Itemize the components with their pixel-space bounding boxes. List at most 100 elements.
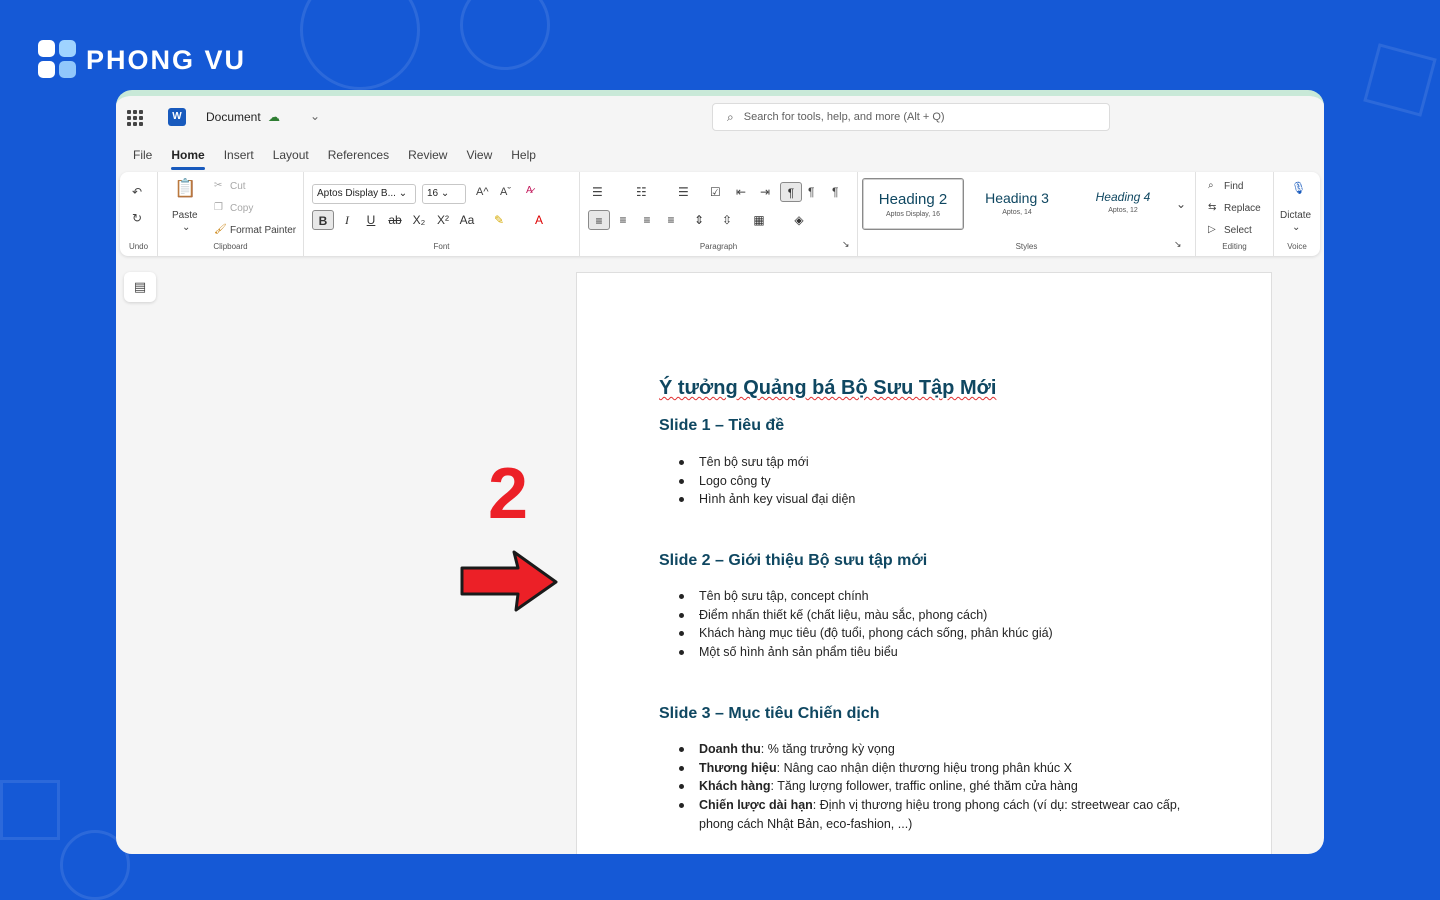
brand-mark-icon	[38, 40, 78, 80]
slide-2-heading: Slide 2 – Giới thiệu Bộ sưu tập mới	[659, 552, 928, 569]
highlight-icon[interactable]: ✎	[488, 210, 510, 230]
ltr-paragraph-icon[interactable]: ¶	[780, 182, 802, 202]
list-item: Khách hàng: Tăng lượng follower, traffic…	[679, 777, 1199, 796]
paragraph-spacing-icon[interactable]: ⇳	[716, 210, 738, 230]
redo-icon[interactable]: ↻	[132, 210, 142, 226]
style-heading-2[interactable]: Heading 2 Aptos Display, 16	[862, 178, 964, 230]
search-icon: ⌕	[727, 109, 734, 124]
app-launcher-icon[interactable]	[127, 110, 143, 126]
dictate-chevron-icon[interactable]: ⌄	[1292, 222, 1300, 233]
tab-home[interactable]: Home	[171, 148, 206, 170]
undo-group: ↶ ↻ Undo	[120, 172, 158, 256]
list-item: Khách hàng mục tiêu (độ tuổi, phong cách…	[679, 624, 1053, 643]
list-item-bold: Doanh thu	[699, 742, 761, 756]
paste-button[interactable]: Paste	[172, 210, 198, 221]
word-window: W Document ☁ ⌄ ⌕ Search for tools, help,…	[116, 90, 1324, 854]
search-box[interactable]: ⌕ Search for tools, help, and more (Alt …	[712, 103, 1110, 131]
subscript-button[interactable]: X₂	[408, 210, 430, 230]
document-title: Ý tưởng Quảng bá Bộ Sưu Tập Mới	[659, 377, 997, 399]
find-button[interactable]: Find	[1224, 181, 1243, 192]
paste-chevron-icon[interactable]: ⌄	[182, 222, 190, 233]
select-button[interactable]: Select	[1224, 225, 1252, 236]
voice-group: 🎙 Dictate ⌄ Voice	[1274, 172, 1320, 256]
undo-icon[interactable]: ↶	[132, 184, 142, 200]
tab-layout[interactable]: Layout	[273, 148, 309, 164]
list-item-text: Hình ảnh key visual đại diện	[699, 492, 856, 507]
underline-button[interactable]: U	[360, 210, 382, 230]
list-item-bold: Thương hiệu	[699, 760, 777, 775]
list-item-text: Tên bộ sưu tập, concept chính	[699, 589, 869, 603]
bold-button[interactable]: B	[312, 210, 334, 230]
style-heading-3[interactable]: Heading 3 Aptos, 14	[966, 178, 1068, 230]
tab-view[interactable]: View	[466, 148, 492, 164]
font-group: Aptos Display B... ⌄ 16 ⌄ A^ Aˇ A̷ B I U…	[304, 172, 580, 256]
align-left-icon[interactable]: ≡	[588, 210, 610, 230]
checklist-icon[interactable]: ☑	[710, 184, 721, 200]
increase-indent-icon[interactable]: ⇥	[760, 184, 770, 200]
tab-references[interactable]: References	[328, 148, 389, 164]
shrink-font-button[interactable]: Aˇ	[500, 186, 511, 198]
document-name[interactable]: Document	[206, 110, 261, 124]
dictate-button[interactable]: Dictate	[1280, 210, 1311, 221]
format-painter-icon: 🖌	[214, 224, 227, 235]
borders-icon[interactable]: ▦	[748, 210, 770, 230]
ribbon: ↶ ↻ Undo 📋 Paste ⌄ ✂ Cut ❐ Copy 🖌 Format…	[120, 172, 1320, 256]
styles-group: Heading 2 Aptos Display, 16 Heading 3 Ap…	[858, 172, 1196, 256]
font-family-select[interactable]: Aptos Display B... ⌄	[312, 184, 416, 204]
align-right-icon[interactable]: ≡	[636, 210, 658, 230]
multilevel-list-icon[interactable]: ☰	[678, 184, 689, 200]
navigation-pane-icon[interactable]: ▤	[124, 272, 156, 302]
paste-icon[interactable]: 📋	[174, 179, 196, 197]
editing-group: ⌕ Find ⇆ Replace ▷ Select Editing	[1196, 172, 1274, 256]
tab-review[interactable]: Review	[408, 148, 447, 164]
decrease-indent-icon[interactable]: ⇤	[736, 184, 746, 200]
bullets-icon[interactable]: ☰	[592, 184, 603, 200]
font-label: Font	[433, 242, 450, 251]
clipboard-group: 📋 Paste ⌄ ✂ Cut ❐ Copy 🖌 Format Painter …	[158, 172, 304, 256]
slide-1-list: Tên bộ sưu tập mới Logo công ty Hình ảnh…	[678, 453, 856, 509]
styles-more-icon[interactable]: ⌄	[1176, 196, 1186, 212]
numbering-icon[interactable]: ☷	[636, 184, 647, 200]
font-size-select[interactable]: 16 ⌄	[422, 184, 466, 204]
list-item-text: Một số hình ảnh sản phẩm tiêu biểu	[699, 645, 898, 660]
clear-formatting-icon[interactable]: A̷	[526, 185, 533, 196]
style-name: Heading 4	[1095, 190, 1151, 204]
rtl-paragraph-icon[interactable]: ¶	[808, 184, 814, 200]
italic-button[interactable]: I	[336, 210, 358, 230]
superscript-button[interactable]: X²	[432, 210, 454, 230]
tab-help[interactable]: Help	[511, 148, 536, 164]
shading-icon[interactable]: ◈	[788, 210, 810, 230]
copy-button[interactable]: Copy	[230, 203, 253, 214]
voice-label: Voice	[1287, 242, 1307, 251]
strikethrough-button[interactable]: ab	[384, 210, 406, 230]
editing-label: Editing	[1222, 242, 1247, 251]
style-font: Aptos Display, 16	[886, 211, 940, 218]
list-item: Tên bộ sưu tập mới	[678, 453, 855, 472]
chevron-down-icon[interactable]: ⌄	[310, 109, 320, 123]
cut-button[interactable]: Cut	[230, 181, 246, 192]
arrow-shape	[460, 550, 558, 612]
replace-button[interactable]: Replace	[1224, 203, 1261, 214]
justify-icon[interactable]: ≡	[660, 210, 682, 230]
slide-3-list: Doanh thu: % tăng trưởng kỳ vọng Thương …	[679, 740, 1199, 834]
styles-label: Styles	[1015, 242, 1038, 251]
document-page[interactable]: Ý tưởng Quảng bá Bộ Sưu Tập Mới Slide 1 …	[576, 272, 1272, 854]
style-heading-4[interactable]: Heading 4 Aptos, 12	[1072, 178, 1174, 230]
change-case-button[interactable]: Aa	[456, 210, 478, 230]
search-placeholder: Search for tools, help, and more (Alt + …	[743, 111, 945, 123]
list-item: Chiến lược dài hạn: Định vị thương hiệu …	[679, 796, 1199, 833]
line-spacing-icon[interactable]: ⇕	[688, 210, 710, 230]
align-center-icon[interactable]: ≡	[612, 210, 634, 230]
grow-font-button[interactable]: A^	[476, 186, 489, 198]
show-marks-icon[interactable]: ¶	[832, 184, 838, 200]
font-color-icon[interactable]: A	[528, 210, 550, 230]
tab-insert[interactable]: Insert	[224, 148, 254, 164]
tab-file[interactable]: File	[133, 148, 152, 164]
format-painter-button[interactable]: Format Painter	[230, 225, 296, 236]
microphone-icon[interactable]: 🎙	[1291, 180, 1306, 196]
list-item: Hình ảnh key visual đại diện	[678, 490, 856, 509]
list-item-text: : Tăng lượng follower, traffic online, g…	[770, 779, 1078, 794]
find-icon: ⌕	[1208, 180, 1214, 191]
list-item-text: Khách hàng mục tiêu (độ tuổi, phong cách…	[699, 626, 1053, 641]
step-number: 2	[488, 454, 529, 534]
